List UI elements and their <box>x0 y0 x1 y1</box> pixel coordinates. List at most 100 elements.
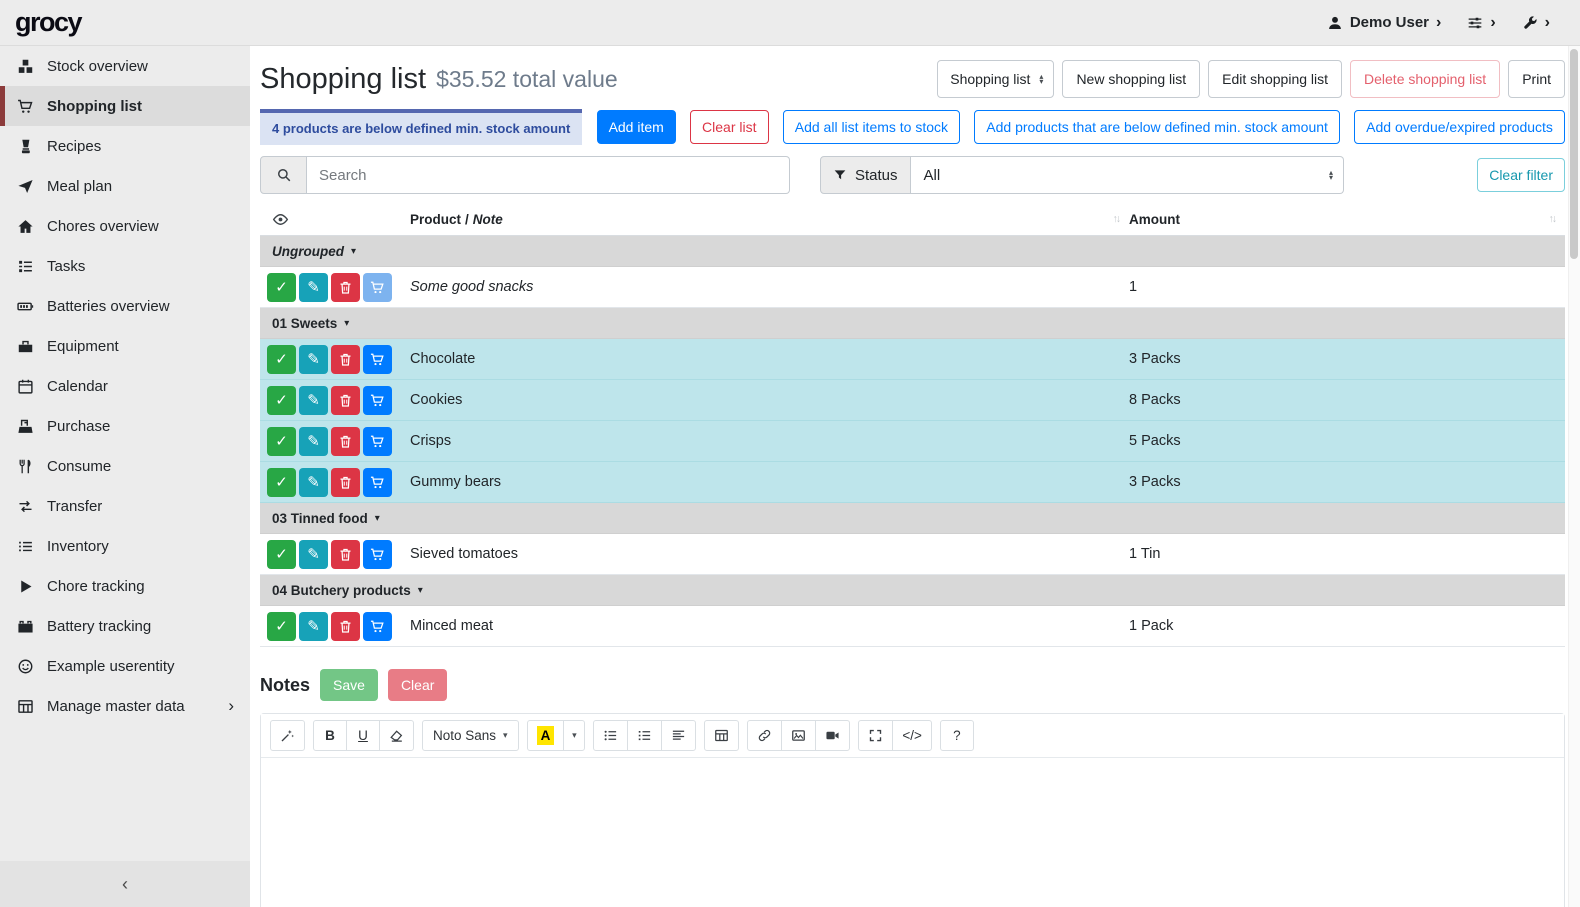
battery-icon <box>15 298 36 315</box>
column-header-amount[interactable]: Amount <box>1129 212 1180 227</box>
new-shopping-list-button[interactable]: New shopping list <box>1062 60 1200 98</box>
sidebar-item-meal-plan[interactable]: Meal plan <box>0 166 250 206</box>
trash-icon <box>338 393 353 408</box>
insert-video-button[interactable] <box>815 720 850 751</box>
delete-item-button[interactable] <box>331 386 360 415</box>
sidebar-item-inventory[interactable]: Inventory <box>0 526 250 566</box>
sidebar-item-batteries-overview[interactable]: Batteries overview <box>0 286 250 326</box>
notes-editor-area[interactable] <box>261 758 1564 907</box>
delete-item-button[interactable] <box>331 468 360 497</box>
mark-item-done-button[interactable]: ✓ <box>267 427 296 456</box>
edit-item-button[interactable]: ✎ <box>299 612 328 641</box>
add-overdue-products-button[interactable]: Add overdue/expired products <box>1354 110 1565 144</box>
product-group-header[interactable]: 03 Tinned food ▾ <box>260 503 1565 534</box>
sidebar-item-battery-tracking[interactable]: Battery tracking <box>0 606 250 646</box>
help-button[interactable]: ? <box>940 720 974 751</box>
save-notes-button[interactable]: Save <box>320 669 378 701</box>
delete-item-button[interactable] <box>331 273 360 302</box>
ordered-list-button[interactable] <box>627 720 662 751</box>
product-group-header[interactable]: 01 Sweets ▾ <box>260 308 1565 339</box>
delete-shopping-list-button[interactable]: Delete shopping list <box>1350 60 1500 98</box>
table-header-row: Product / Note ↑↓ Amount ↑↓ <box>260 203 1565 236</box>
clear-formatting-button[interactable] <box>379 720 414 751</box>
sidebar-item-consume[interactable]: Consume <box>0 446 250 486</box>
mark-item-done-button[interactable]: ✓ <box>267 386 296 415</box>
edit-item-button[interactable]: ✎ <box>299 386 328 415</box>
delete-item-button[interactable] <box>331 427 360 456</box>
sidebar-item-stock-overview[interactable]: Stock overview <box>0 46 250 86</box>
clear-notes-button[interactable]: Clear <box>388 669 447 701</box>
font-family-dropdown[interactable]: Noto Sans ▾ <box>422 720 519 751</box>
sort-icon[interactable]: ↑↓ <box>1113 213 1130 225</box>
user-menu-button[interactable]: Demo User › <box>1327 14 1442 32</box>
settings-menu-button[interactable]: › <box>1467 14 1495 32</box>
add-all-to-stock-button[interactable]: Add all list items to stock <box>783 110 960 144</box>
highlight-color-caret-button[interactable]: ▾ <box>563 720 585 751</box>
edit-item-button[interactable]: ✎ <box>299 540 328 569</box>
print-button[interactable]: Print <box>1508 60 1565 98</box>
add-item-to-stock-button[interactable] <box>363 540 392 569</box>
sidebar-item-chores-overview[interactable]: Chores overview <box>0 206 250 246</box>
add-item-to-stock-button[interactable] <box>363 386 392 415</box>
collapse-sidebar-button[interactable]: ‹ <box>0 861 250 907</box>
magic-style-button[interactable] <box>270 720 305 751</box>
column-header-note[interactable]: Note <box>473 212 503 227</box>
edit-item-button[interactable]: ✎ <box>299 345 328 374</box>
search-input[interactable] <box>307 156 790 194</box>
insert-link-button[interactable] <box>747 720 782 751</box>
vertical-scrollbar[interactable] <box>1568 46 1580 907</box>
mark-item-done-button[interactable]: ✓ <box>267 540 296 569</box>
highlight-color-button[interactable]: A <box>527 720 565 751</box>
sidebar-item-calendar[interactable]: Calendar <box>0 366 250 406</box>
chevron-left-icon: ‹ <box>122 874 128 895</box>
add-below-min-stock-button[interactable]: Add products that are below defined min.… <box>974 110 1340 144</box>
add-item-to-stock-button[interactable] <box>363 468 392 497</box>
sidebar-item-chore-tracking[interactable]: Chore tracking <box>0 566 250 606</box>
sidebar-item-equipment[interactable]: Equipment <box>0 326 250 366</box>
product-group-header[interactable]: Ungrouped ▾ <box>260 236 1565 267</box>
insert-table-button[interactable] <box>704 720 739 751</box>
underline-button[interactable]: U <box>346 720 380 751</box>
mark-item-done-button[interactable]: ✓ <box>267 468 296 497</box>
mark-item-done-button[interactable]: ✓ <box>267 612 296 641</box>
mark-item-done-button[interactable]: ✓ <box>267 345 296 374</box>
sidebar-item-purchase[interactable]: Purchase <box>0 406 250 446</box>
delete-item-button[interactable] <box>331 612 360 641</box>
add-item-to-stock-button[interactable] <box>363 612 392 641</box>
column-header-product[interactable]: Product <box>410 212 461 227</box>
grocy-logo[interactable]: grocy <box>0 7 250 38</box>
sidebar-item-transfer[interactable]: Transfer <box>0 486 250 526</box>
edit-item-button[interactable]: ✎ <box>299 468 328 497</box>
edit-item-button[interactable]: ✎ <box>299 427 328 456</box>
clear-filter-button[interactable]: Clear filter <box>1477 158 1565 192</box>
add-item-to-stock-button[interactable] <box>363 273 392 302</box>
edit-shopping-list-button[interactable]: Edit shopping list <box>1208 60 1342 98</box>
clear-list-button[interactable]: Clear list <box>690 110 768 144</box>
add-item-to-stock-button[interactable] <box>363 427 392 456</box>
code-view-button[interactable]: </> <box>892 720 932 751</box>
add-item-to-stock-button[interactable] <box>363 345 392 374</box>
bold-button[interactable]: B <box>313 720 347 751</box>
sidebar-item-example-userentity[interactable]: Example userentity <box>0 646 250 686</box>
delete-item-button[interactable] <box>331 540 360 569</box>
eye-icon[interactable] <box>272 211 289 228</box>
sidebar-item-shopping-list[interactable]: Shopping list <box>0 86 250 126</box>
product-group-header[interactable]: 04 Butchery products ▾ <box>260 575 1565 606</box>
status-filter-select[interactable]: All ▴▾ <box>911 156 1344 194</box>
sidebar-item-manage-master-data[interactable]: Manage master data › <box>0 686 250 726</box>
fullscreen-button[interactable] <box>858 720 893 751</box>
sort-icon[interactable]: ↑↓ <box>1549 213 1566 225</box>
unordered-list-button[interactable] <box>593 720 628 751</box>
add-item-button[interactable]: Add item <box>597 110 676 144</box>
shopping-list-select[interactable]: Shopping list ▴▾ <box>937 60 1054 98</box>
caret-down-icon: ▾ <box>572 730 577 741</box>
sidebar-item-tasks[interactable]: Tasks <box>0 246 250 286</box>
delete-item-button[interactable] <box>331 345 360 374</box>
sidebar-item-recipes[interactable]: Recipes <box>0 126 250 166</box>
paragraph-align-button[interactable] <box>661 720 696 751</box>
edit-item-button[interactable]: ✎ <box>299 273 328 302</box>
scrollbar-thumb[interactable] <box>1570 49 1578 259</box>
mark-item-done-button[interactable]: ✓ <box>267 273 296 302</box>
insert-picture-button[interactable] <box>781 720 816 751</box>
admin-menu-button[interactable]: › <box>1522 14 1550 32</box>
